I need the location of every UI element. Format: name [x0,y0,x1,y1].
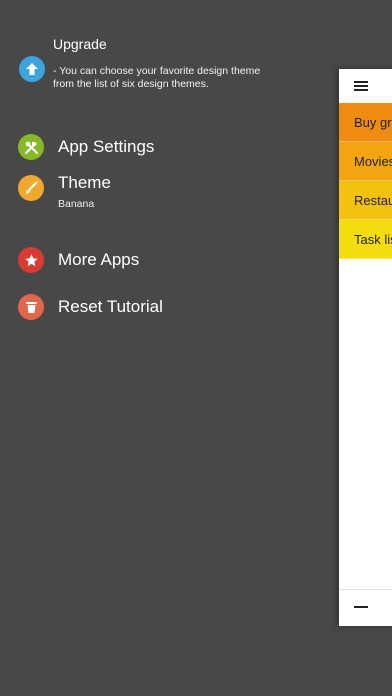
upgrade-title: Upgrade [53,36,107,52]
list-item[interactable]: Movies [339,142,392,181]
more-apps-item[interactable]: More Apps [18,247,139,273]
minus-icon[interactable] [354,606,368,608]
arrow-up-icon [26,63,38,75]
list-item[interactable]: Task list [339,220,392,259]
list-item-label: Task list [354,231,392,247]
more-apps-icon-circle [18,247,44,273]
theme-icon-circle [18,175,44,201]
upgrade-description: - You can choose your favorite design th… [53,65,261,90]
reset-tutorial-item[interactable]: Reset Tutorial [18,294,163,320]
list-item[interactable]: Restaurants [339,181,392,220]
theme-value: Banana [58,198,95,210]
list-panel[interactable]: Buy groceries Movies Restaurants Task li… [339,69,392,626]
star-icon [24,253,38,266]
list-item-label: Movies [354,153,392,169]
app-settings-label: App Settings [58,137,155,156]
app-settings-icon-circle [18,134,44,160]
trash-icon [25,302,37,313]
list-item-label: Buy groceries [354,114,392,130]
list-item-label: Restaurants [354,192,392,208]
list-item[interactable]: Buy groceries [339,103,392,142]
app-settings-item[interactable]: App Settings [18,134,154,160]
more-apps-label: More Apps [58,250,140,269]
hamburger-icon[interactable] [354,81,368,91]
tools-icon [24,141,38,154]
reset-tutorial-label: Reset Tutorial [58,297,163,316]
reset-tutorial-icon-circle [18,294,44,320]
theme-label: Theme [58,173,111,192]
list-panel-header [339,69,392,103]
brush-icon [26,181,38,194]
upgrade-item[interactable]: Upgrade - You can choose your favorite d… [18,35,338,95]
upgrade-icon-circle [19,56,45,82]
list-panel-footer [339,589,392,626]
